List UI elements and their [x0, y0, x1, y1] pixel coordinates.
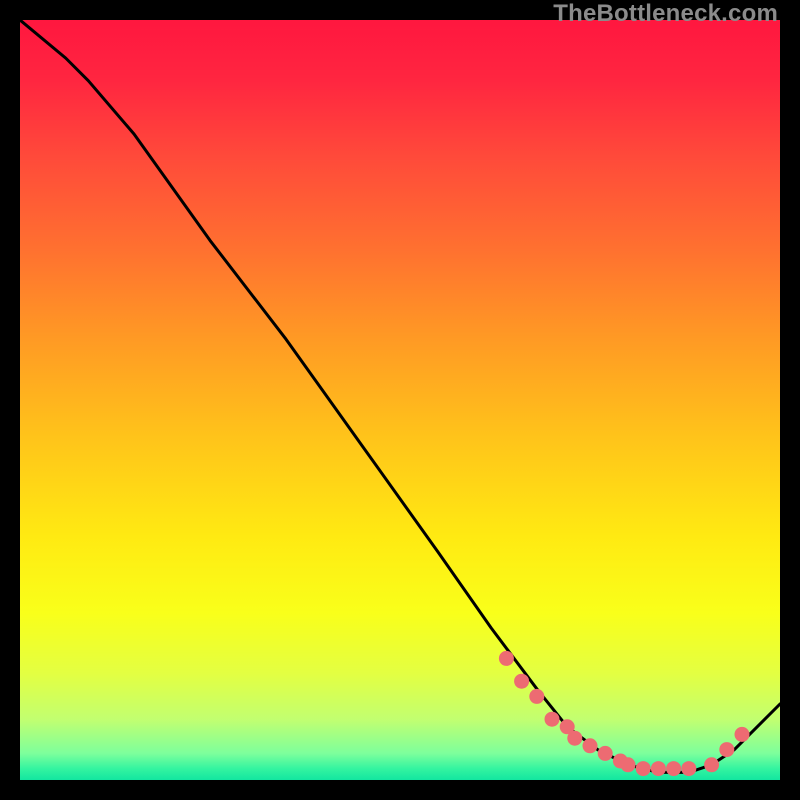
- chart-frame: [20, 20, 780, 780]
- marker-dot: [719, 742, 734, 757]
- marker-dot: [514, 674, 529, 689]
- marker-dot: [636, 761, 651, 776]
- chart-canvas: [20, 20, 780, 780]
- marker-dot: [666, 761, 681, 776]
- marker-dot: [567, 731, 582, 746]
- marker-dot: [621, 757, 636, 772]
- marker-dot: [545, 712, 560, 727]
- marker-dot: [529, 689, 544, 704]
- marker-dot: [499, 651, 514, 666]
- watermark-text: TheBottleneck.com: [553, 0, 778, 28]
- marker-dot: [704, 757, 719, 772]
- marker-dot: [651, 761, 666, 776]
- marker-dot: [681, 761, 696, 776]
- marker-dot: [583, 738, 598, 753]
- marker-dot: [598, 746, 613, 761]
- marker-dot: [735, 727, 750, 742]
